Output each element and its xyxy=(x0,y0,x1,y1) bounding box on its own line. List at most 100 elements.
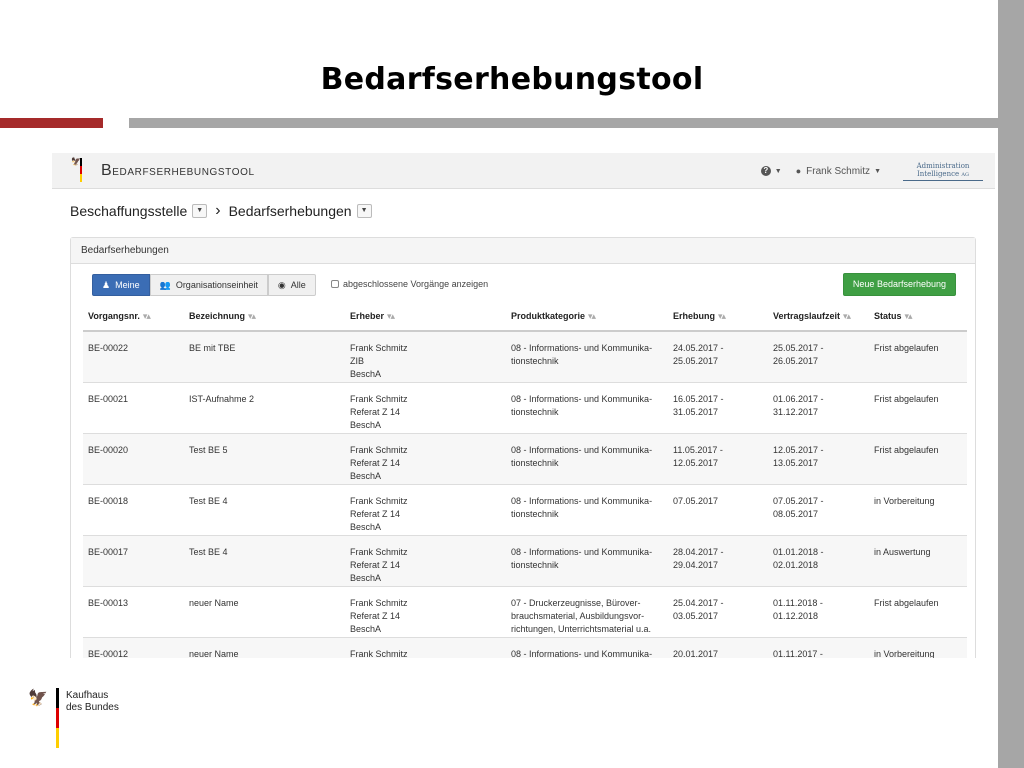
cell-produktkategorie: 08 - Informations- und Kommunika-tionste… xyxy=(506,382,668,434)
slide: Bedarfserhebungstool 🦅 Bedarfserhebungst… xyxy=(0,0,1024,768)
cell-bezeichnung: Test BE 4 xyxy=(184,484,345,536)
cell-vertragslaufzeit: 07.05.2017 - 08.05.2017 xyxy=(768,484,869,536)
table-row[interactable]: BE-00013 neuer Name Frank Schmitz Referat Z… xyxy=(83,586,967,638)
cell-vertragslaufzeit-line: 31.12.2017 xyxy=(773,406,819,417)
cell-vertragslaufzeit-line: 01.12.2018 xyxy=(773,610,819,621)
cell-erhebung-line: 07.05.2017 xyxy=(673,495,719,506)
flag-stripe-black xyxy=(80,158,82,166)
cell-erheber-line: Frank Schmitz xyxy=(350,495,408,506)
help-menu[interactable]: ? ▼ xyxy=(760,166,782,176)
sort-icon: ▾▴ xyxy=(142,311,151,321)
cell-erheber: Frank Schmitz Referat Z 14 BeschA xyxy=(345,433,506,485)
cell-vorgangsnr-line: BE-00017 xyxy=(88,546,129,557)
cell-bezeichnung-line: IST-Aufnahme 2 xyxy=(189,393,255,404)
show-closed-label: abgeschlossene Vorgänge anzeigen xyxy=(343,279,489,289)
column-header-produktkategorie[interactable]: Produktkategorie ▾▴ xyxy=(506,303,668,332)
breadcrumb: Beschaffungsstelle ▼ › Bedarfserhebungen… xyxy=(70,202,372,220)
globe-icon: ◉ xyxy=(277,280,286,290)
cell-produktkategorie-line: richtungen, Unterrichtsmaterial u.a. xyxy=(511,623,652,634)
header-label: Vertragslaufzeit xyxy=(773,311,841,321)
cell-vorgangsnr: BE-00020 xyxy=(83,433,184,485)
cell-produktkategorie-line: tionstechnik xyxy=(511,559,559,570)
table-row[interactable]: BE-00017 Test BE 4 Frank Schmitz Referat Z … xyxy=(83,535,967,587)
cell-status: in Vorbereitung xyxy=(869,637,967,658)
column-header-erheber[interactable]: Erheber ▾▴ xyxy=(345,303,506,332)
header-label: Erhebung xyxy=(673,311,715,321)
cell-produktkategorie-line: tionstechnik xyxy=(511,457,559,468)
cell-vertragslaufzeit-line: 13.05.2017 xyxy=(773,457,819,468)
table-row[interactable]: BE-00020 Test BE 5 Frank Schmitz Referat Z … xyxy=(83,433,967,485)
flag-stripe-black xyxy=(56,688,59,708)
cell-vorgangsnr-line: BE-00021 xyxy=(88,393,129,404)
table-row[interactable]: BE-00022 BE mit TBE Frank Schmitz ZIB BeschA… xyxy=(83,331,967,383)
column-header-vorgangsnr[interactable]: Vorgangsnr. ▾▴ xyxy=(83,303,184,332)
cell-erhebung: 16.05.2017 - 31.05.2017 xyxy=(668,382,768,434)
breadcrumb-item-bedarfserhebungen[interactable]: Bedarfserhebungen xyxy=(229,203,352,219)
caret-down-icon: ▼ xyxy=(774,167,782,175)
cell-status: Frist abgelaufen xyxy=(869,382,967,434)
sort-icon: ▾▴ xyxy=(387,311,395,321)
cell-produktkategorie-line: 08 - Informations- und Kommunika- xyxy=(511,343,653,353)
logo-line-2-text: Intelligence xyxy=(917,169,960,178)
filter-mine-button[interactable]: ♟ Meine xyxy=(92,274,150,296)
cell-vertragslaufzeit: 01.06.2017 - 31.12.2017 xyxy=(768,382,869,434)
cell-erheber: Frank Schmitz ZIB BeschA xyxy=(345,331,506,383)
cell-produktkategorie: 08 - Informations- und Kommunika-tionste… xyxy=(506,331,668,383)
cell-erheber: Frank Schmitz Referat Z 14 BeschA xyxy=(345,586,506,638)
cell-vertragslaufzeit-line: 01.01.2018 - xyxy=(773,546,824,557)
breadcrumb-dropdown-2[interactable]: ▼ xyxy=(356,204,372,218)
administration-intelligence-logo: Administration Intelligence AG xyxy=(903,162,983,181)
cell-produktkategorie: 08 - Informations- und Kommunika-tionste… xyxy=(506,484,668,536)
sort-icon: ▾▴ xyxy=(588,311,596,321)
sort-icon: ▾▴ xyxy=(843,311,851,321)
column-header-status[interactable]: Status ▾▴ xyxy=(869,303,967,332)
eagle-icon: 🦅 xyxy=(71,157,81,166)
column-header-erhebung[interactable]: Erhebung ▾▴ xyxy=(668,303,768,332)
cell-bezeichnung-line: neuer Name xyxy=(189,648,239,659)
cell-erhebung-line: 29.04.2017 xyxy=(673,559,719,570)
checkbox-box[interactable] xyxy=(331,280,339,288)
cell-produktkategorie-line: tionstechnik xyxy=(511,356,559,366)
column-header-bezeichnung[interactable]: Bezeichnung ▾▴ xyxy=(184,303,345,332)
new-bedarfserhebung-button[interactable]: Neue Bedarfserhebung xyxy=(842,273,956,296)
flag-stripe-gold xyxy=(80,174,82,182)
filter-all-button[interactable]: ◉ Alle xyxy=(267,274,316,296)
app-screenshot: 🦅 Bedarfserhebungstool ? ▼ ● Frank Schmi… xyxy=(52,153,995,658)
header-label: Bezeichnung xyxy=(189,311,246,321)
title-rule-red xyxy=(0,118,103,128)
cell-erhebung: 20.01.2017 xyxy=(668,637,768,658)
cell-bezeichnung: neuer Name xyxy=(184,637,345,658)
users-icon: 👥 xyxy=(159,280,171,290)
cell-bezeichnung-line: BE mit TBE xyxy=(189,343,236,353)
cell-produktkategorie-line: 08 - Informations- und Kommunika- xyxy=(511,393,653,404)
cell-erheber-line: Referat Z 14 xyxy=(350,508,401,519)
user-icon: ♟ xyxy=(102,280,111,290)
cell-vertragslaufzeit: 25.05.2017 - 26.05.2017 xyxy=(768,331,869,383)
table-row[interactable]: BE-00012 neuer Name Frank Schmitz 08 - Info… xyxy=(83,637,967,658)
kaufhaus-des-bundes-logo: 🦅 Kaufhaus des Bundes xyxy=(28,688,148,750)
filter-org-button[interactable]: 👥 Organisationseinheit xyxy=(149,274,268,296)
table-row[interactable]: BE-00021 IST-Aufnahme 2 Frank Schmitz Refer… xyxy=(83,382,967,434)
cell-erheber-line: BeschA xyxy=(350,419,382,430)
table-row[interactable]: BE-00018 Test BE 4 Frank Schmitz Referat Z … xyxy=(83,484,967,536)
breadcrumb-dropdown-1[interactable]: ▼ xyxy=(192,204,208,218)
user-menu[interactable]: ● Frank Schmitz ▼ xyxy=(796,166,881,177)
cell-erheber-line: Referat Z 14 xyxy=(350,406,401,417)
show-closed-checkbox[interactable]: abgeschlossene Vorgänge anzeigen xyxy=(331,279,488,289)
column-header-vertragslaufzeit[interactable]: Vertragslaufzeit ▾▴ xyxy=(768,303,869,332)
slide-title: Bedarfserhebungstool xyxy=(320,62,704,97)
cell-vorgangsnr-line: BE-00020 xyxy=(88,444,129,455)
cell-status-line: in Auswertung xyxy=(874,546,931,557)
cell-erheber-line: BeschA xyxy=(350,521,382,532)
header-label: Produktkategorie xyxy=(511,311,586,321)
cell-produktkategorie-line: tionstechnik xyxy=(511,508,559,519)
cell-vertragslaufzeit-line: 02.01.2018 xyxy=(773,559,819,570)
cell-erhebung-line: 25.04.2017 - xyxy=(673,597,724,608)
cell-vertragslaufzeit-line: 07.05.2017 - xyxy=(773,495,824,506)
cell-status: Frist abgelaufen xyxy=(869,433,967,485)
cell-produktkategorie-line: 08 - Informations- und Kommunika- xyxy=(511,444,653,455)
chevron-right-icon: › xyxy=(215,202,221,219)
cell-vorgangsnr-line: BE-00022 xyxy=(88,343,129,353)
breadcrumb-item-beschaffungsstelle[interactable]: Beschaffungsstelle xyxy=(70,203,187,219)
cell-produktkategorie-line: 07 - Druckerzeugnisse, Bürover- xyxy=(511,597,641,608)
